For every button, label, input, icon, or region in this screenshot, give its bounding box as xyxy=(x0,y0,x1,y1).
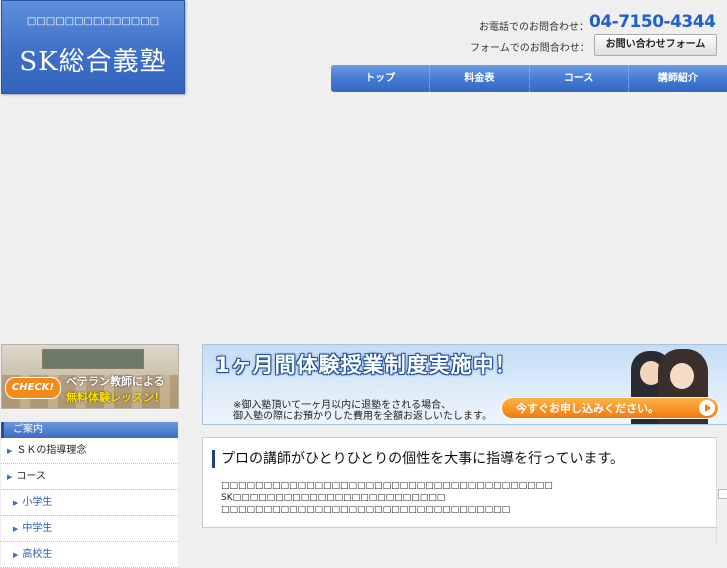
classroom-blackboard xyxy=(42,349,144,369)
free-lesson-line2: 無料体験レッスン！ xyxy=(66,391,165,404)
play-arrow-icon xyxy=(699,400,715,416)
intro-text-line1: □□□□□□□□□□□□□□□□□□□□□□□□□□□□□□□□□□□□□□□ xyxy=(221,481,553,491)
check-badge: CHECK! xyxy=(5,377,61,399)
free-lesson-line1: ベテラン教師による xyxy=(66,375,165,388)
triangle-right-icon: ▶ xyxy=(7,447,13,455)
nav-item-course[interactable]: コース xyxy=(530,65,629,92)
form-label: フォームでのお問合わせ： xyxy=(470,43,590,54)
apply-now-button[interactable]: 今すぐお申し込みください。 xyxy=(501,397,719,419)
page-scrollbar[interactable] xyxy=(716,437,727,545)
trial-headline: 1ヶ月間体験授業制度実施中！ xyxy=(215,353,517,377)
sidebar: ご案内 ▶ ＳＫの指導理念 ▶ コース ▶ 小学生 ▶ 中学生 ▶ 高校生 xyxy=(1,422,178,568)
free-lesson-banner[interactable]: CHECK! ベテラン教師による 無料体験レッスン！ xyxy=(1,344,179,409)
sidebar-item-label: ＳＫの指導理念 xyxy=(16,445,87,456)
nav-item-teachers[interactable]: 講師紹介 xyxy=(629,65,727,92)
sidebar-item-label: 高校生 xyxy=(22,549,53,560)
sidebar-item-philosophy[interactable]: ▶ ＳＫの指導理念 xyxy=(1,438,178,464)
sidebar-item-elementary[interactable]: ▶ 小学生 xyxy=(1,490,178,516)
scrollbar-thumb[interactable] xyxy=(718,489,727,499)
sidebar-item-label: コース xyxy=(16,471,46,482)
sidebar-item-label: 小学生 xyxy=(22,497,53,508)
sidebar-item-course[interactable]: ▶ コース xyxy=(1,464,178,490)
intro-heading: プロの講師がひとりひとりの個性を大事に指導を行っています。 xyxy=(212,450,624,468)
contact-form-button[interactable]: お問い合わせフォーム xyxy=(594,34,717,56)
phone-label: お電話でのお問合わせ： xyxy=(479,22,589,33)
logo-tagline: □□□□□□□□□□□□□□ xyxy=(26,16,160,27)
phone-number[interactable]: 04-7150-4344 xyxy=(589,12,716,32)
contact-panel: お電話でのお問合わせ： 04-7150-4344 フォームでのお問合わせ： お問… xyxy=(467,12,727,56)
triangle-right-icon: ▶ xyxy=(13,499,19,507)
sidebar-item-high-school[interactable]: ▶ 高校生 xyxy=(1,542,178,568)
nav-item-fees[interactable]: 料金表 xyxy=(430,65,530,92)
sidebar-header: ご案内 xyxy=(1,422,178,438)
nav-item-top[interactable]: トップ xyxy=(331,65,431,92)
intro-text-line2: SK□□□□□□□□□□□□□□□□□□□□□□□□□ xyxy=(221,493,446,503)
intro-text-line3: □□□□□□□□□□□□□□□□□□□□□□□□□□□□□□□□□□ xyxy=(221,505,511,515)
triangle-right-icon: ▶ xyxy=(7,473,13,481)
logo-name: SK総合義塾 xyxy=(19,47,167,77)
trial-banner[interactable]: 1ヶ月間体験授業制度実施中！ ※御入塾頂いて一ヶ月以内に退塾をされる場合、 御入… xyxy=(202,344,727,425)
student-face xyxy=(670,363,694,389)
intro-section: プロの講師がひとりひとりの個性を大事に指導を行っています。 □□□□□□□□□□… xyxy=(202,437,718,528)
triangle-right-icon: ▶ xyxy=(13,525,19,533)
site-logo[interactable]: □□□□□□□□□□□□□□ SK総合義塾 xyxy=(1,0,185,94)
sidebar-item-junior-high[interactable]: ▶ 中学生 xyxy=(1,516,178,542)
trial-note-line2: 御入塾の際にお預かりした費用を全額お返しいたします。 xyxy=(233,411,492,422)
main-nav: トップ 料金表 コース 講師紹介 xyxy=(331,65,727,92)
apply-now-label: 今すぐお申し込みください。 xyxy=(516,402,659,415)
sidebar-item-label: 中学生 xyxy=(22,523,53,534)
triangle-right-icon: ▶ xyxy=(13,551,19,559)
